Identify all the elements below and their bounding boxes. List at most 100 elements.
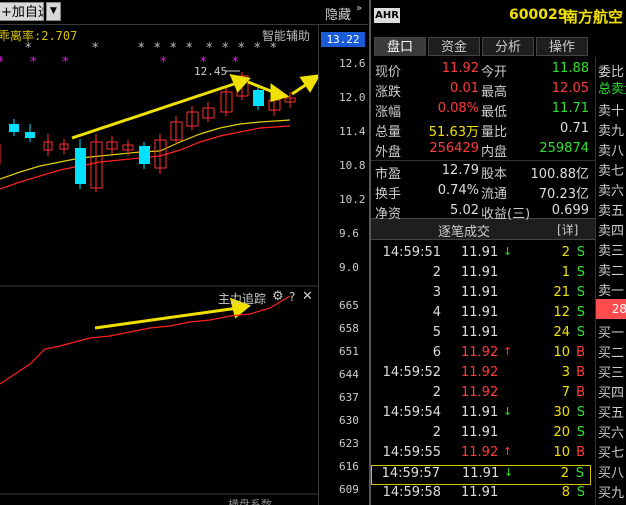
tick-direction: S [576, 325, 585, 340]
tick-row[interactable]: 4 11.91 12 S [371, 305, 591, 325]
tick-direction: S [576, 425, 585, 440]
tick-time: 14:59:57 [381, 466, 440, 481]
star-marker: * [186, 41, 193, 56]
tick-price: 11.91 [461, 305, 499, 320]
tick-row[interactable]: 14:59:58 11.91 8 S [371, 485, 591, 505]
tick-direction: S [576, 305, 585, 320]
tick-direction: B [576, 445, 585, 460]
chevron-down-icon[interactable]: ▼ [46, 2, 61, 21]
star-marker: * [92, 41, 99, 56]
tick-direction: B [576, 365, 585, 380]
tick-direction: S [576, 405, 585, 420]
indicator-tick: 651 [339, 345, 359, 358]
quote-value: 0.71 [560, 121, 589, 136]
indicator-tick: 623 [339, 437, 359, 450]
tick-time: 6 [432, 345, 441, 360]
tick-row[interactable]: 14:59:55 11.92 ↑ 10 B [371, 445, 591, 465]
tick-row[interactable]: 14:59:54 11.91 ↓ 30 S [371, 405, 591, 425]
order-book: 委比总卖量卖十卖九卖八卖七卖六卖五卖四卖三卖二卖一28买一买二买三买四买五买六买… [595, 57, 626, 505]
tab-handicap[interactable]: 盘口 [374, 37, 426, 56]
quote-value: 0.74% [437, 183, 479, 198]
tick-row[interactable]: 6 11.92 ↑ 10 B [371, 345, 591, 365]
quote-value: 12.79 [441, 163, 479, 178]
quote-label: 最低 [481, 105, 508, 120]
indicator-tick: 609 [339, 483, 359, 496]
quote-label: 总量 [375, 125, 402, 140]
quote-row: 外盘 256429 内盘 259874 [375, 141, 591, 161]
tick-row[interactable]: 14:59:51 11.91 ↓ 2 S [371, 245, 591, 265]
ticks-title: 逐笔成交 [438, 225, 491, 240]
tick-time: 14:59:55 [382, 445, 441, 460]
collapse-icon[interactable]: » [356, 3, 362, 14]
tab-funds[interactable]: 资金 [428, 37, 480, 56]
tick-price: 11.92 [461, 365, 499, 380]
tick-row[interactable]: 14:59:57 11.91 ↓ 2 S [371, 465, 591, 485]
sell-level-label: 卖四 [598, 224, 625, 239]
help-icon[interactable]: ? [289, 290, 295, 304]
tick-price: 11.92 [461, 385, 499, 400]
ticks-detail-link[interactable]: [详] [557, 221, 578, 238]
quote-label: 收益(三) [481, 207, 531, 222]
candlestick-chart[interactable]: * * * * * * * * * * * * * * * * * [0, 24, 318, 505]
quote-row: 换手 0.74% 流通 70.23亿 [375, 183, 591, 203]
tick-time: 14:59:51 [382, 245, 441, 260]
buy-level-label: 买八 [598, 466, 625, 481]
tick-row[interactable]: 3 11.91 21 S [371, 285, 591, 305]
candle [75, 148, 86, 184]
buy-level-label: 买五 [598, 406, 625, 421]
quote-value: 11.88 [551, 61, 589, 76]
quote-label: 换手 [375, 187, 402, 202]
add-favorite-button[interactable]: +加自选 [0, 2, 44, 21]
tick-direction: B [576, 345, 585, 360]
ahr-badge[interactable]: AHR [374, 8, 400, 23]
tick-time: 2 [432, 425, 441, 440]
quote-label: 涨幅 [375, 105, 402, 120]
tab-operation[interactable]: 操作 [536, 37, 588, 56]
tick-row[interactable]: 2 11.91 20 S [371, 425, 591, 445]
close-icon[interactable]: ✕ [302, 289, 313, 304]
tick-volume: 1 [561, 265, 570, 280]
star-marker: * [0, 55, 4, 70]
tick-price: 11.91 [461, 245, 499, 260]
sell-level-label: 卖三 [598, 244, 625, 259]
sell-level-label: 卖十 [598, 104, 625, 119]
candle [25, 132, 35, 138]
quote-row: 总量 51.63万 量比 0.71 [375, 121, 591, 141]
tick-time: 4 [432, 305, 441, 320]
star-marker: * [62, 55, 69, 70]
tick-volume: 2 [560, 466, 569, 481]
chart-area[interactable]: +加自选 ▼ 隐藏 » 乖离率:2.707 智能辅助 * * * * * * *… [0, 0, 368, 505]
tick-time: 14:59:54 [382, 405, 441, 420]
quote-row: 净资 5.02 收益(三) 0.699 [375, 203, 591, 223]
tick-row[interactable]: 2 11.91 1 S [371, 265, 591, 285]
candles [0, 72, 296, 192]
hide-button[interactable]: 隐藏 [325, 4, 351, 23]
tick-row[interactable]: 5 11.91 24 S [371, 325, 591, 345]
buy-level-label: 买六 [598, 426, 625, 441]
buy-level-label: 买二 [598, 346, 625, 361]
quote-value: 70.23亿 [538, 187, 589, 202]
tick-row[interactable]: 2 11.92 7 B [371, 385, 591, 405]
arrow-up-icon: ↑ [503, 445, 513, 458]
tick-volume: 30 [553, 405, 570, 420]
tick-volume: 7 [561, 385, 570, 400]
tick-volume: 3 [561, 365, 570, 380]
arrow-down-icon: ↓ [503, 405, 513, 418]
price-tick: 10.2 [339, 193, 366, 206]
star-marker: * [270, 41, 277, 56]
gear-icon[interactable]: ⚙ [272, 289, 284, 304]
quote-label: 市盈 [375, 167, 402, 182]
tick-price: 11.92 [461, 345, 499, 360]
tick-price: 11.91 [461, 265, 499, 280]
quote-label: 净资 [375, 207, 402, 222]
tab-analysis[interactable]: 分析 [482, 37, 534, 56]
indicator-title: 主力追踪 [218, 292, 267, 306]
indicator-tick: 637 [339, 391, 359, 404]
star-marker: * [170, 41, 177, 56]
tick-price: 11.92 [461, 445, 499, 460]
star-marker: * [25, 41, 32, 56]
star-marker: * [232, 55, 239, 70]
tick-time: 14:59:52 [382, 365, 441, 380]
tick-row[interactable]: 14:59:52 11.92 3 B [371, 365, 591, 385]
tick-price: 11.91 [461, 325, 499, 340]
